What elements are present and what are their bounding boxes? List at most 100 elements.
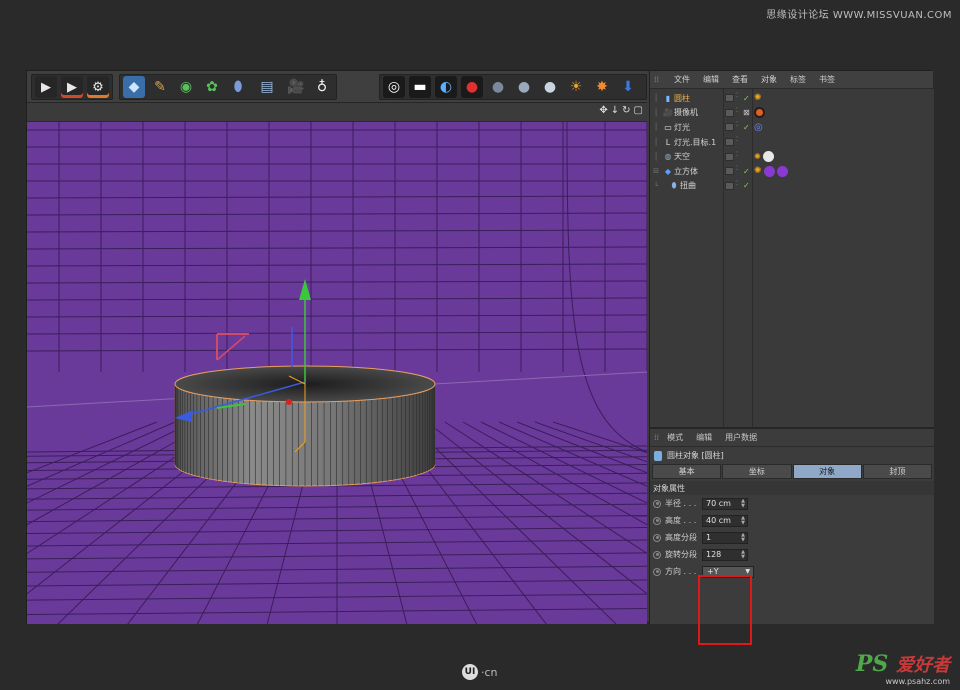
target-tag-icon[interactable]: ◎ [754, 122, 763, 133]
menu-tags[interactable]: 标签 [785, 74, 811, 85]
check-icon[interactable]: ✓ [743, 123, 750, 132]
merge-arrow-icon[interactable]: ⬇ [617, 76, 639, 98]
object-row-camera[interactable]: │ 🎥 摄像机 ⁚ ⊠ [650, 106, 934, 121]
keyframe-radio[interactable] [653, 550, 661, 559]
grid-flag-icon[interactable]: ⊠ [743, 108, 750, 117]
object-flags[interactable]: ⁚ ✓ [725, 122, 755, 132]
height-field[interactable]: 40 cm ▲ ▼ [702, 514, 748, 527]
object-name: 灯光 [674, 122, 690, 132]
bend-icon: ⬮ [671, 180, 677, 190]
tree-line: │ [653, 152, 659, 161]
ui-cn-logo: UI ·cn [462, 664, 498, 680]
object-flags[interactable]: ⁚ [725, 137, 755, 147]
section-object-properties: 对象属性 [650, 481, 934, 495]
menu-mode[interactable]: 模式 [662, 432, 688, 443]
cube-material-tag-icon-2[interactable] [776, 165, 788, 177]
pen-spline-icon[interactable]: ✎ [149, 76, 171, 98]
ui-domain: ·cn [481, 665, 498, 679]
tab-caps[interactable]: 封顶 [862, 464, 932, 479]
object-flags[interactable]: ⁚ ✓ [725, 166, 755, 176]
record-icon[interactable]: ● [461, 76, 483, 98]
main-toolbar: ▶ ▶ ⚙ ◆ ✎ ◉ ✿ ⬮ ▤ 🎥 ♁ ◎ ▬ ◐ ● ● ● ● ☀ ✸ … [27, 71, 647, 103]
ps-brand-cn: 爱好者 [896, 655, 950, 676]
render-settings-icon[interactable]: ⚙ [87, 76, 109, 98]
rotate-view-icon[interactable]: ↻ [622, 105, 630, 116]
check-icon[interactable]: ✓ [743, 167, 750, 176]
object-flags[interactable]: ⁚ ⊠ [725, 107, 755, 117]
render-view-icon[interactable]: ▶ [35, 76, 57, 98]
deformer-icon[interactable]: ⬮ [227, 76, 249, 98]
object-flags[interactable]: ⁚ ✓ [725, 180, 755, 190]
object-name: 扭曲 [680, 181, 696, 191]
contrast-icon[interactable]: ◐ [435, 76, 457, 98]
light-target-icon: L [665, 137, 671, 147]
light-icon: ▭ [664, 122, 672, 132]
menu-file[interactable]: 文件 [669, 74, 695, 85]
sphere-light-icon[interactable]: ● [539, 76, 561, 98]
object-row-light-target[interactable]: │ L 灯光.目标.1 ⁚ [650, 135, 934, 150]
cube-material-tag-icon[interactable] [763, 165, 775, 177]
tab-basic[interactable]: 基本 [652, 464, 722, 479]
sun-tag-icon[interactable]: ✺ [754, 93, 762, 103]
cylinder-icon: ▮ [665, 93, 671, 103]
keyframe-radio[interactable] [653, 567, 661, 576]
object-row-light[interactable]: │ ▭ 灯光 ⁚ ✓ ◎ [650, 120, 934, 135]
tag-extra-icon[interactable]: ✺ [754, 152, 761, 161]
ui-logo-icon: UI [462, 664, 478, 680]
cinema4d-window: ▶ ▶ ⚙ ◆ ✎ ◉ ✿ ⬮ ▤ 🎥 ♁ ◎ ▬ ◐ ● ● ● ● ☀ ✸ … [26, 70, 934, 645]
object-name: 立方体 [674, 166, 698, 176]
camera-icon[interactable]: 🎥 [285, 76, 307, 98]
sky-icon: ◍ [664, 152, 672, 162]
height-segments-field[interactable]: 1 ▲ ▼ [702, 531, 748, 544]
object-flags[interactable]: ⁚ ✓ [725, 93, 755, 103]
tab-coordinates[interactable]: 坐标 [722, 464, 792, 479]
grip-icon[interactable]: ⁞⁞ [654, 75, 666, 84]
menu-edit[interactable]: 编辑 [691, 432, 717, 443]
sphere-mid-icon[interactable]: ● [513, 76, 535, 98]
array-icon[interactable]: ✿ [201, 76, 223, 98]
object-row-sky[interactable]: │ ◍ 天空 ⁚ ✺ [650, 149, 934, 164]
grip-icon[interactable]: ⁞⁞ [654, 433, 659, 442]
ps-brand: PS [855, 651, 889, 677]
tree-collapse-icon[interactable]: ⊟ [650, 167, 662, 175]
perspective-viewport[interactable] [27, 121, 647, 624]
rotation-segments-field[interactable]: 128 ▲ ▼ [702, 548, 748, 561]
attribute-manager: ⁞⁞ 模式 编辑 用户数据 圆柱对象 [圆柱] 基本 坐标 对象 封顶 对象属性… [650, 427, 934, 645]
orientation-select[interactable]: +Y ▼ [702, 565, 754, 578]
menu-objects[interactable]: 对象 [756, 74, 782, 85]
cube-icon[interactable]: ◆ [123, 76, 145, 98]
generator-icon[interactable]: ◉ [175, 76, 197, 98]
bullseye-icon[interactable]: ◎ [383, 76, 405, 98]
camera-tag-icon[interactable] [754, 107, 765, 119]
sun-xyz-icon[interactable]: ☀ [565, 76, 587, 98]
keyframe-radio[interactable] [653, 533, 661, 542]
keyframe-radio[interactable] [653, 499, 661, 508]
object-row-bend[interactable]: └ ⬮ 扭曲 ⁚ ✓ [650, 179, 934, 194]
floor-grid-icon[interactable]: ▤ [253, 76, 281, 98]
sphere-dark-icon[interactable]: ● [487, 76, 509, 98]
menu-bookmarks[interactable]: 书签 [814, 74, 840, 85]
check-icon[interactable]: ✓ [743, 94, 750, 103]
render-group: ▶ ▶ ⚙ [31, 74, 113, 100]
light-bulb-icon[interactable]: ♁ [311, 76, 333, 98]
keyframe-radio[interactable] [653, 516, 661, 525]
menu-view[interactable]: 查看 [727, 74, 753, 85]
down-arrow-icon[interactable]: ↓ [611, 105, 619, 116]
menu-edit[interactable]: 编辑 [698, 74, 724, 85]
burst-icon[interactable]: ✸ [591, 76, 613, 98]
check-icon[interactable]: ✓ [743, 181, 750, 190]
maximize-icon[interactable]: ▢ [634, 105, 643, 116]
sun-tag-icon[interactable]: ✺ [754, 166, 762, 176]
cube-icon: ◆ [664, 166, 672, 176]
menu-user-data[interactable]: 用户数据 [720, 432, 762, 443]
object-flags[interactable]: ⁚ [725, 151, 755, 161]
object-row-cube[interactable]: ⊟ ◆ 立方体 ⁚ ✓ ✺ [650, 164, 934, 179]
object-row-cylinder[interactable]: │ ▮ 圆柱 ⁚ ✓ ✺ [650, 91, 934, 106]
radius-field[interactable]: 70 cm ▲ ▼ [702, 497, 748, 510]
wide-light-icon[interactable]: ▬ [409, 76, 431, 98]
tab-object[interactable]: 对象 [792, 464, 862, 479]
sky-material-tag-icon[interactable] [762, 151, 774, 163]
render-picture-viewer-icon[interactable]: ▶ [61, 76, 83, 98]
move-view-icon[interactable]: ✥ [599, 105, 607, 116]
attribute-menubar: ⁞⁞ 模式 编辑 用户数据 [650, 429, 934, 447]
